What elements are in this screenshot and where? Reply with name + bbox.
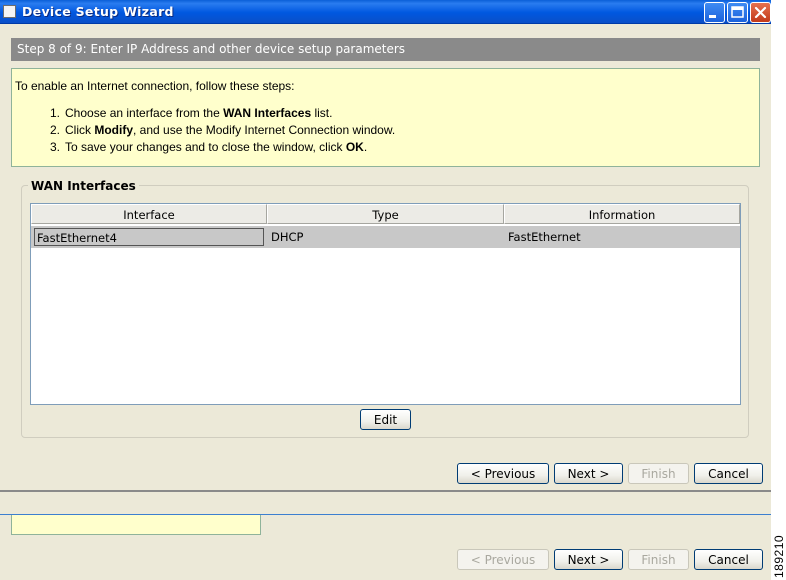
- previous-button[interactable]: < Previous: [457, 549, 549, 570]
- instructions-list: 1. Choose an interface from the WAN Inter…: [50, 106, 395, 157]
- wan-interfaces-label: WAN Interfaces: [28, 179, 139, 193]
- title-bar[interactable]: Device Setup Wizard: [0, 0, 771, 24]
- wan-interfaces-table[interactable]: Interface Type Information FastEthernet4…: [30, 203, 741, 405]
- cancel-button[interactable]: Cancel: [694, 549, 763, 570]
- instruction-step: 1. Choose an interface from the WAN Inter…: [50, 106, 333, 120]
- close-icon: [754, 6, 767, 19]
- close-button[interactable]: [750, 2, 771, 23]
- lower-panel: [0, 492, 771, 514]
- minimize-icon: [709, 15, 716, 18]
- cell-type[interactable]: DHCP: [271, 230, 303, 244]
- next-button[interactable]: Next >: [554, 549, 623, 570]
- edit-button[interactable]: Edit: [360, 409, 411, 430]
- step-header: Step 8 of 9: Enter IP Address and other …: [11, 38, 760, 61]
- cancel-button[interactable]: Cancel: [694, 463, 763, 484]
- maximize-icon: [731, 6, 744, 18]
- previous-button[interactable]: < Previous: [457, 463, 549, 484]
- minimize-button[interactable]: [704, 2, 725, 23]
- maximize-button[interactable]: [727, 2, 748, 23]
- instructions-panel: To enable an Internet connection, follow…: [11, 68, 760, 167]
- instruction-step: 3. To save your changes and to close the …: [50, 140, 368, 154]
- wan-interfaces-group: WAN Interfaces Interface Type Informatio…: [21, 179, 749, 438]
- finish-button[interactable]: Finish: [628, 463, 689, 484]
- figure-id: 189210: [772, 534, 786, 578]
- lower-info-box: [11, 515, 261, 535]
- column-header-information[interactable]: Information: [504, 204, 740, 224]
- table-row[interactable]: FastEthernet4 DHCP FastEthernet: [31, 226, 740, 248]
- instructions-intro: To enable an Internet connection, follow…: [15, 79, 295, 93]
- cell-information[interactable]: FastEthernet: [508, 230, 581, 244]
- column-header-interface[interactable]: Interface: [31, 204, 267, 224]
- instruction-step: 2. Click Modify, and use the Modify Inter…: [50, 123, 396, 137]
- cell-interface[interactable]: FastEthernet4: [34, 228, 264, 246]
- window-title: Device Setup Wizard: [22, 4, 174, 19]
- next-button[interactable]: Next >: [554, 463, 623, 484]
- app-icon: [3, 5, 16, 18]
- table-header: Interface Type Information: [31, 204, 740, 224]
- wizard-window: Device Setup Wizard Step 8 of 9: Enter I…: [0, 0, 771, 580]
- finish-button[interactable]: Finish: [628, 549, 689, 570]
- column-header-type[interactable]: Type: [267, 204, 504, 224]
